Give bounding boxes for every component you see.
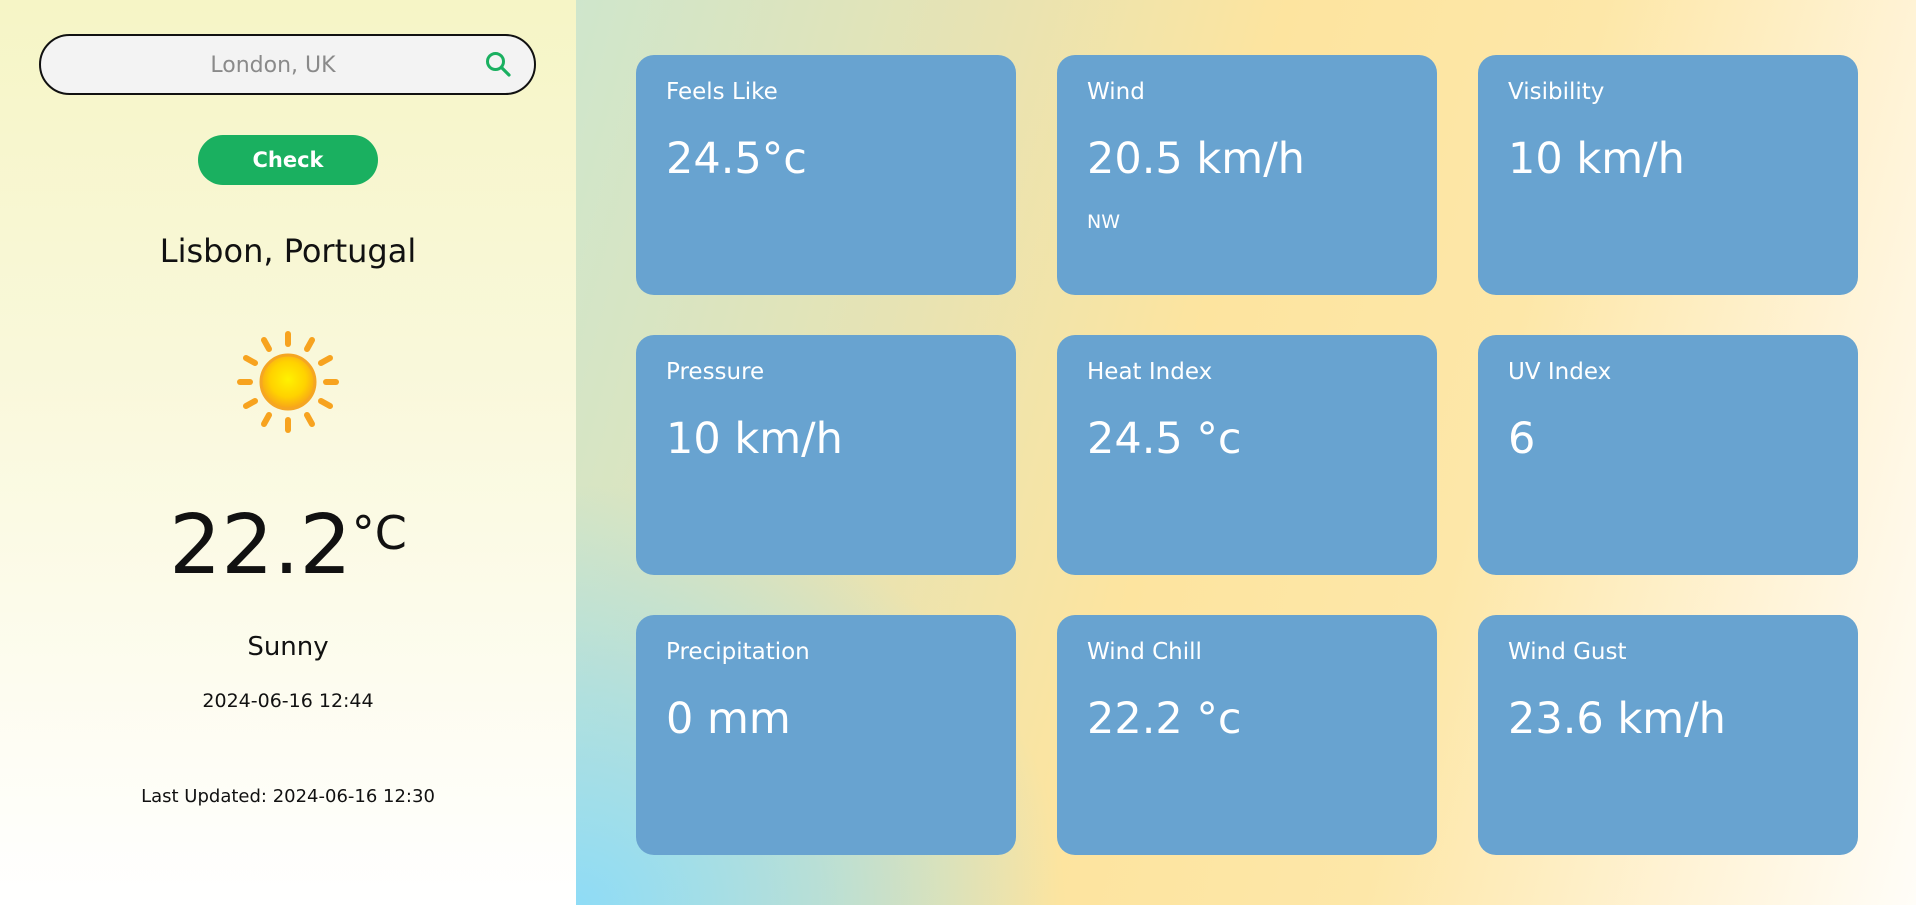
search-input[interactable] — [61, 36, 485, 95]
card-label: Wind Chill — [1087, 639, 1202, 665]
sun-icon — [237, 331, 339, 433]
card-label: Visibility — [1508, 79, 1605, 105]
card-value: 20.5 km/h — [1087, 134, 1305, 184]
card-pressure: Pressure 10 km/h — [636, 335, 1016, 575]
card-value: 10 km/h — [666, 414, 843, 464]
temperature-display: 22.2°C — [0, 498, 576, 593]
card-precipitation: Precipitation 0 mm — [636, 615, 1016, 855]
card-wind: Wind 20.5 km/h NW — [1057, 55, 1437, 295]
search-box[interactable] — [39, 34, 536, 95]
card-label: Precipitation — [666, 639, 810, 665]
card-visibility: Visibility 10 km/h — [1478, 55, 1858, 295]
weather-app: Check Lisbon, Portugal — [0, 0, 1916, 905]
location-name: Lisbon, Portugal — [159, 232, 417, 270]
card-uv-index: UV Index 6 — [1478, 335, 1858, 575]
temperature-value: 22.2 — [169, 498, 352, 593]
card-value: 10 km/h — [1508, 134, 1685, 184]
card-label: Wind — [1087, 79, 1145, 105]
card-value: 24.5°c — [666, 134, 807, 184]
search-icon[interactable] — [484, 50, 512, 78]
check-button[interactable]: Check — [198, 135, 378, 185]
card-label: Pressure — [666, 359, 765, 385]
details-grid: Feels Like 24.5°c Wind 20.5 km/h NW Visi… — [636, 55, 1858, 855]
card-label: Feels Like — [666, 79, 778, 105]
card-wind-chill: Wind Chill 22.2 °c — [1057, 615, 1437, 855]
card-label: Heat Index — [1087, 359, 1213, 385]
temperature-unit: °C — [351, 506, 407, 560]
sidebar: Check Lisbon, Portugal — [0, 0, 576, 905]
card-label: Wind Gust — [1508, 639, 1627, 665]
card-value: 22.2 °c — [1087, 694, 1242, 744]
card-value: 0 mm — [666, 694, 791, 744]
local-datetime: 2024-06-16 12:44 — [202, 690, 374, 712]
weather-condition: Sunny — [247, 632, 329, 662]
last-updated: Last Updated: 2024-06-16 12:30 — [141, 786, 435, 807]
card-heat-index: Heat Index 24.5 °c — [1057, 335, 1437, 575]
card-feels-like: Feels Like 24.5°c — [636, 55, 1016, 295]
card-value: 24.5 °c — [1087, 414, 1242, 464]
wind-direction: NW — [1087, 211, 1120, 233]
card-wind-gust: Wind Gust 23.6 km/h — [1478, 615, 1858, 855]
details-panel: Feels Like 24.5°c Wind 20.5 km/h NW Visi… — [576, 0, 1916, 905]
card-label: UV Index — [1508, 359, 1612, 385]
card-value: 23.6 km/h — [1508, 694, 1726, 744]
card-value: 6 — [1508, 414, 1536, 464]
